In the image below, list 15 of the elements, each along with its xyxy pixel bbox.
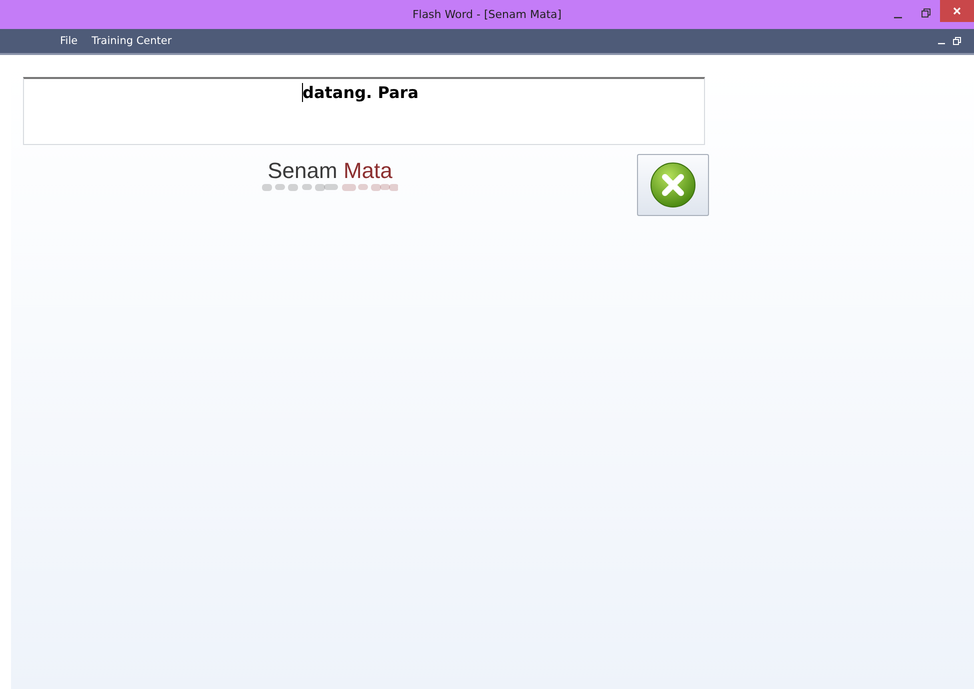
close-exercise-button[interactable] [637,154,709,216]
close-icon [952,6,962,16]
minimize-icon [894,17,902,19]
restore-icon [921,8,931,18]
restore-button[interactable] [952,36,962,46]
restore-icon [953,37,961,45]
word-text: datang. Para [302,83,418,102]
close-icon [650,162,696,208]
close-button[interactable] [940,0,974,22]
exercise-title: Senam Mata [268,159,392,183]
window-title: Flash Word - [Senam Mata] [412,8,562,21]
menu-item[interactable]: File [54,33,84,49]
minimize-icon [938,43,945,45]
word-field[interactable]: datang. Para [23,77,705,145]
menu-item[interactable]: Training Center [86,33,178,49]
